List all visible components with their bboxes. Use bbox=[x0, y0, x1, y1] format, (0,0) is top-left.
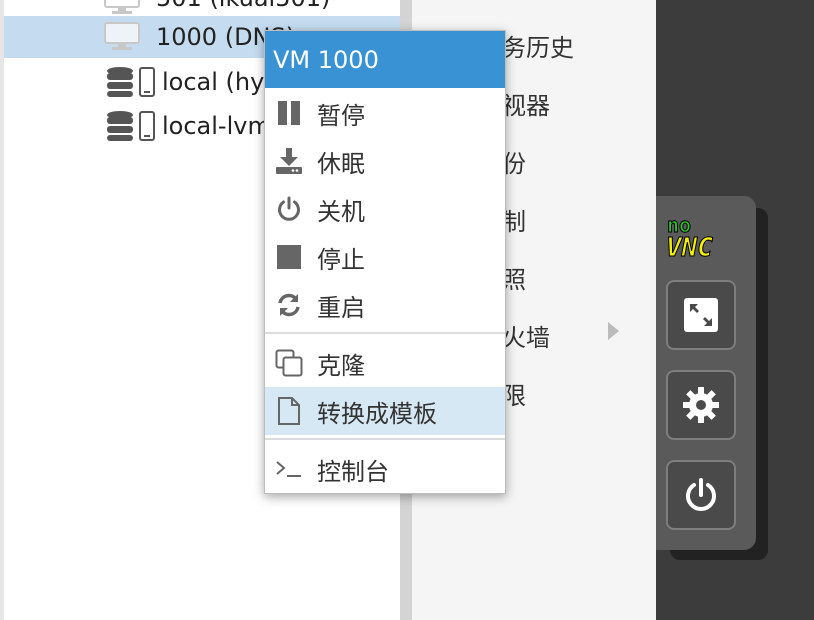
menu-item-label: 控制台 bbox=[317, 457, 389, 486]
novnc-logo-vnc: VNC bbox=[666, 233, 713, 260]
power-icon bbox=[275, 195, 303, 223]
novnc-logo: no VNC bbox=[666, 212, 740, 264]
nav-item-task-history[interactable]: 务历史 bbox=[502, 28, 574, 63]
menu-item-reboot[interactable]: 重启 bbox=[265, 281, 505, 329]
menu-item-pause[interactable]: 暂停 bbox=[265, 89, 505, 137]
settings-icon bbox=[683, 387, 719, 423]
menu-item-convert-to-template[interactable]: 转换成模板 bbox=[265, 387, 505, 435]
menu-separator bbox=[265, 438, 505, 440]
context-menu-title: VM 1000 bbox=[265, 31, 505, 88]
monitor-icon bbox=[104, 0, 140, 16]
vm-context-menu: VM 1000 暂停 休眠 关机 停止 重启 克隆 转换成模板 控制台 bbox=[264, 30, 506, 494]
menu-item-label: 暂停 bbox=[317, 101, 365, 130]
storage-icon bbox=[106, 66, 156, 98]
menu-item-clone[interactable]: 克隆 bbox=[265, 339, 505, 387]
menu-item-label: 停止 bbox=[317, 245, 365, 274]
download-icon bbox=[275, 147, 303, 175]
power-icon bbox=[686, 478, 716, 511]
file-icon bbox=[275, 397, 303, 425]
tree-item-label: local (hyp bbox=[162, 68, 280, 96]
menu-item-label: 克隆 bbox=[317, 351, 365, 380]
menu-separator bbox=[265, 332, 505, 334]
screen: 501 (ikuai501) 1000 (DNS) local (hyp bbox=[0, 0, 814, 620]
settings-button[interactable] bbox=[666, 370, 736, 440]
pause-icon bbox=[275, 99, 303, 127]
fullscreen-button[interactable] bbox=[666, 280, 736, 350]
nav-item-monitor[interactable]: 视器 bbox=[502, 86, 550, 121]
refresh-icon bbox=[275, 291, 303, 319]
menu-item-label: 重启 bbox=[317, 293, 365, 322]
menu-item-label: 休眠 bbox=[317, 149, 365, 178]
tree-item-label: 501 (ikuai501) bbox=[156, 0, 330, 12]
tree-item-label: local-lvm bbox=[162, 112, 271, 140]
menu-item-console[interactable]: 控制台 bbox=[265, 445, 505, 493]
expand-arrow-icon[interactable] bbox=[608, 322, 619, 340]
fullscreen-icon bbox=[684, 298, 718, 332]
menu-item-shutdown[interactable]: 关机 bbox=[265, 185, 505, 233]
menu-item-label: 关机 bbox=[317, 197, 365, 226]
menu-item-hibernate[interactable]: 休眠 bbox=[265, 137, 505, 185]
storage-icon bbox=[106, 110, 156, 142]
terminal-icon bbox=[275, 455, 303, 483]
copy-icon bbox=[275, 349, 303, 377]
nav-item-firewall[interactable]: 火墙 bbox=[502, 318, 550, 353]
stop-icon bbox=[275, 243, 303, 271]
menu-item-stop[interactable]: 停止 bbox=[265, 233, 505, 281]
menu-item-label: 转换成模板 bbox=[317, 399, 437, 428]
power-button[interactable] bbox=[666, 460, 736, 530]
monitor-icon bbox=[104, 22, 140, 52]
